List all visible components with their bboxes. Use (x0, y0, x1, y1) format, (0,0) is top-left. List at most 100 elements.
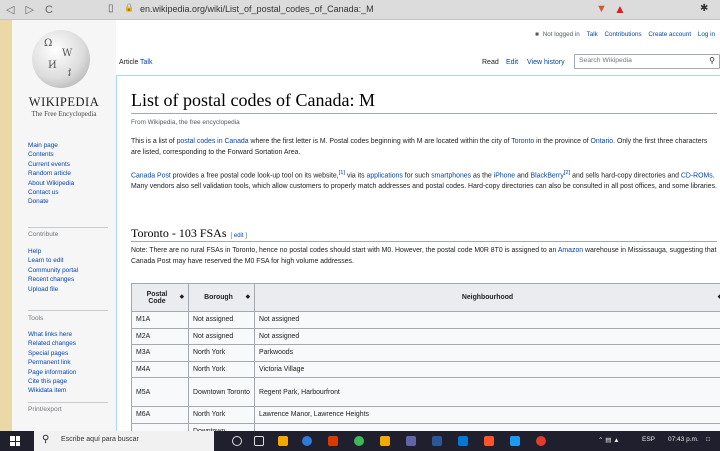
windows-start-icon[interactable] (10, 436, 20, 446)
sidebar-item-what-links-here[interactable]: What links here (28, 330, 76, 339)
link-applications[interactable]: applications (366, 172, 402, 179)
notifications-icon[interactable]: □ (706, 436, 710, 443)
shield-extension-icon[interactable]: ▼ (596, 3, 607, 15)
sidebar-item-wikidata-item[interactable]: Wikidata item (28, 386, 76, 395)
windows-taskbar: ⚲ Escribe aquí para buscar ⌃ ▤ ▲ ESP 07:… (0, 431, 720, 451)
contributions-link[interactable]: Contributions (605, 31, 642, 38)
globe-glyph: វ (68, 68, 72, 79)
link-blackberry[interactable]: BlackBerry (530, 172, 563, 179)
column-header-postal-code[interactable]: Postal Code ◆ (131, 283, 189, 312)
talk-link[interactable]: Talk (587, 31, 598, 38)
sidebar-item-cite-this-page[interactable]: Cite this page (28, 377, 76, 386)
sidebar-item-current-events[interactable]: Current events (28, 160, 74, 169)
intro-paragraph: This is a list of postal codes in Canada… (131, 136, 717, 158)
link-postal-codes-in-canada[interactable]: postal codes in Canada (177, 138, 249, 145)
page-title: List of postal codes of Canada: M (131, 90, 375, 110)
file-explorer-icon[interactable] (380, 436, 390, 446)
brave-icon[interactable] (484, 436, 494, 446)
sidebar-item-help[interactable]: Help (28, 247, 78, 256)
cell-neighbourhood: Victoria Village (254, 360, 720, 378)
link-cd-roms[interactable]: CD-ROMs (681, 172, 713, 179)
sidebar-item-upload-file[interactable]: Upload file (28, 285, 78, 294)
globe-glyph: И (48, 60, 57, 71)
sort-icon[interactable]: ◆ (180, 294, 184, 300)
wikipedia-tagline: The Free Encyclopedia (31, 110, 97, 118)
sidebar-item-permanent-link[interactable]: Permanent link (28, 358, 76, 367)
sidebar-heading-print-export[interactable]: Print/export (28, 406, 62, 413)
search-input[interactable]: Search Wikipedia ⚲ (574, 54, 720, 69)
taskbar-app-icon[interactable] (458, 436, 468, 446)
cell-neighbourhood: Not assigned (254, 311, 720, 329)
address-bar[interactable]: en.wikipedia.org/wiki/List_of_postal_cod… (140, 4, 374, 14)
tab-view-history[interactable]: View history (527, 59, 565, 66)
link-iphone[interactable]: iPhone (494, 172, 515, 179)
word-icon[interactable] (432, 436, 442, 446)
sidebar-divider (28, 310, 108, 311)
cell-postal-code: M1A (131, 311, 189, 329)
sidebar-item-contents[interactable]: Contents (28, 150, 74, 159)
sidebar-item-community-portal[interactable]: Community portal (28, 266, 78, 275)
tab-edit[interactable]: Edit (506, 59, 518, 66)
cell-borough: North York (188, 406, 255, 424)
edge-icon[interactable] (302, 436, 312, 446)
sidebar-item-contact[interactable]: Contact us (28, 188, 74, 197)
table-row: M4A North York Victoria Village (131, 360, 720, 378)
sidebar-item-page-information[interactable]: Page information (28, 368, 76, 377)
create-account-link[interactable]: Create account (648, 31, 691, 38)
clock[interactable]: 07:43 p.m. (668, 436, 699, 443)
sidebar-item-main-page[interactable]: Main page (28, 141, 74, 150)
taskbar-app-icon[interactable] (536, 436, 546, 446)
wikipedia-globe-logo[interactable]: Ω W И វ (32, 30, 90, 88)
search-icon[interactable]: ⚲ (709, 56, 715, 65)
warning-extension-icon[interactable]: ▲ (614, 2, 626, 16)
sidebar-item-donate[interactable]: Donate (28, 197, 74, 206)
language-indicator[interactable]: ESP (642, 436, 655, 443)
log-in-link[interactable]: Log in (698, 31, 715, 38)
sidebar-item-related-changes[interactable]: Related changes (28, 339, 76, 348)
text: This is a list of (131, 138, 177, 145)
cell-neighbourhood: Parkwoods (254, 344, 720, 362)
taskbar-app-icon[interactable] (278, 436, 288, 446)
globe-glyph: Ω (44, 38, 53, 49)
cell-neighbourhood (254, 422, 720, 431)
sidebar-item-learn-to-edit[interactable]: Learn to edit (28, 256, 78, 265)
sidebar-item-recent-changes[interactable]: Recent changes (28, 275, 78, 284)
reader-icon[interactable]: ▯ (108, 3, 114, 14)
link-canada-post[interactable]: Canada Post (131, 172, 171, 179)
office-icon[interactable] (328, 436, 338, 446)
sidebar-item-about[interactable]: About Wikipedia (28, 179, 74, 188)
cortana-icon[interactable] (232, 436, 242, 446)
sidebar-item-random-article[interactable]: Random article (28, 169, 74, 178)
tab-talk[interactable]: Talk (140, 59, 152, 66)
back-forward-reload-icons[interactable]: ◁ ▷ C (6, 3, 57, 16)
edit-section-link[interactable]: edit (234, 233, 244, 239)
taskbar-app-icon[interactable] (406, 436, 416, 446)
lock-icon[interactable]: 🔒 (124, 3, 134, 12)
column-header-neighbourhood[interactable]: Neighbourhood ◆ (254, 283, 720, 312)
cell-borough: North York (188, 360, 255, 378)
taskbar-app-icon[interactable] (510, 436, 520, 446)
column-header-borough[interactable]: Borough ◆ (188, 283, 255, 312)
tab-article[interactable]: Article (119, 59, 138, 66)
table-row: M1A Not assigned Not assigned (131, 311, 720, 329)
sort-icon[interactable]: ◆ (246, 294, 250, 300)
text: as the (471, 172, 494, 180)
link-smartphones[interactable]: smartphones (431, 172, 471, 179)
search-icon: ⚲ (42, 434, 50, 445)
task-view-icon[interactable] (254, 436, 264, 446)
link-amazon[interactable]: Amazon (558, 247, 583, 254)
cell-borough: North York (188, 344, 255, 362)
header-label: Postal Code (146, 290, 168, 305)
link-toronto[interactable]: Toronto (511, 138, 534, 145)
sidebar: Ω W И វ WIKIPEDIA The Free Encyclopedia … (12, 20, 116, 431)
sidebar-item-special-pages[interactable]: Special pages (28, 349, 76, 358)
wikipedia-wordmark[interactable]: WIKIPEDIA (16, 95, 112, 110)
taskbar-search-input[interactable]: ⚲ Escribe aquí para buscar (34, 431, 214, 451)
note-paragraph: Note: There are no rural FSAs in Toronto… (131, 245, 717, 267)
chrome-icon[interactable] (354, 436, 364, 446)
section-title: Toronto - 103 FSAs (131, 226, 227, 240)
link-ontario[interactable]: Ontario (591, 138, 614, 145)
tab-read[interactable]: Read (482, 59, 499, 66)
puzzle-icon[interactable]: ✱ (700, 3, 708, 14)
tray-icons[interactable]: ⌃ ▤ ▲ (598, 436, 620, 444)
